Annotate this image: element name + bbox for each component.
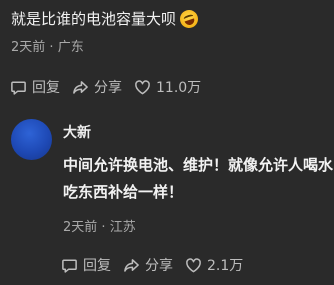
comment-text-row: 就是比谁的电池容量大呗 <box>11 7 329 31</box>
reply-label: 回复 <box>83 258 111 274</box>
comment-location: 广东 <box>57 40 84 55</box>
comment: 就是比谁的电池容量大呗 2天前 · 广东 <box>11 7 329 57</box>
reply-button[interactable]: 回复 <box>10 77 60 97</box>
like-count: 11.0万 <box>156 80 202 96</box>
comment-meta: 2天前 · 广东 <box>11 39 329 57</box>
reply-meta: 2天前 · 江苏 <box>63 219 136 237</box>
reply-location: 江苏 <box>109 220 136 235</box>
reply-share-button[interactable]: 分享 <box>123 255 173 275</box>
heart-icon <box>186 257 201 272</box>
like-count: 2.1万 <box>207 258 244 274</box>
reply-username[interactable]: 大新 <box>63 123 91 143</box>
meta-separator: · <box>97 220 110 235</box>
reply-reply-button[interactable]: 回复 <box>61 255 111 275</box>
comment-time: 2天前 <box>11 40 46 55</box>
reply-time: 2天前 <box>63 220 98 235</box>
reply-like-button[interactable]: 2.1万 <box>185 255 243 275</box>
heart-icon <box>135 79 150 94</box>
share-arrow-icon <box>124 258 139 272</box>
comment-text: 就是比谁的电池容量大呗 <box>11 10 177 28</box>
chat-bubble-icon <box>11 81 26 95</box>
avatar[interactable] <box>11 119 52 160</box>
chat-bubble-icon <box>62 259 77 273</box>
share-label: 分享 <box>145 258 173 274</box>
reply-text: 中间允许换电池、维护！就像允许人喝水吃东西补给一样！ <box>63 156 334 201</box>
reply-label: 回复 <box>32 80 60 96</box>
share-label: 分享 <box>94 80 122 96</box>
share-arrow-icon <box>73 80 88 94</box>
meta-separator: · <box>45 40 58 55</box>
comment-actions: 回复 分享 11.0万 <box>10 77 213 97</box>
reply-actions: 回复 分享 2.1万 <box>61 255 255 275</box>
like-button[interactable]: 11.0万 <box>134 77 201 97</box>
share-button[interactable]: 分享 <box>72 77 122 97</box>
laughing-emoji-icon <box>177 7 201 31</box>
